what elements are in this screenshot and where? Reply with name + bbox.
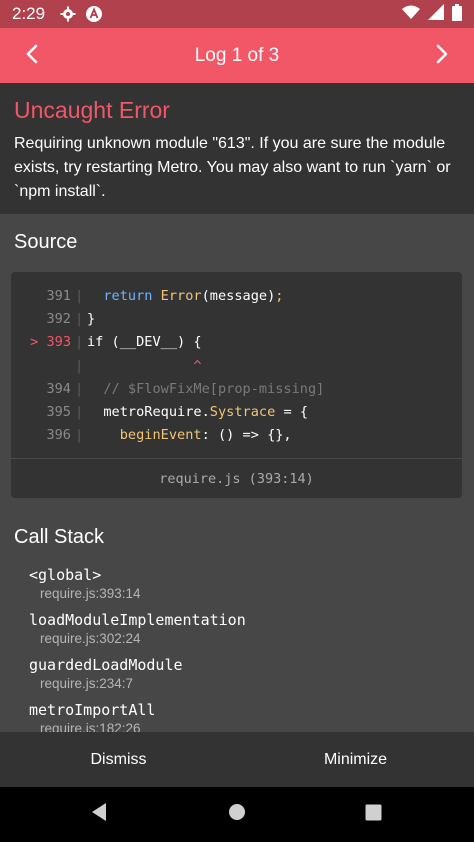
system-nav-bar bbox=[0, 787, 474, 842]
code-line: 391 | return Error(message); bbox=[11, 284, 462, 307]
code-token: metroRequire. bbox=[103, 404, 210, 421]
gear-icon bbox=[59, 5, 77, 23]
signal-icon bbox=[428, 4, 444, 24]
stack-frame[interactable]: loadModuleImplementation require.js:302:… bbox=[29, 609, 246, 646]
code-token: (message) bbox=[201, 287, 276, 304]
battery-icon bbox=[452, 3, 462, 25]
stack-frame[interactable]: guardedLoadModule require.js:234:7 bbox=[29, 654, 246, 691]
code-line-marker: | ^ bbox=[75, 357, 202, 374]
code-token: Error bbox=[160, 287, 202, 304]
chevron-left-icon bbox=[25, 44, 39, 68]
frame-location: require.js:182:26 bbox=[40, 721, 141, 732]
code-line: 392 | } bbox=[11, 307, 462, 330]
next-log-button[interactable] bbox=[414, 28, 470, 83]
code-token: Systrace bbox=[209, 404, 276, 421]
status-bar: 2:29 bbox=[0, 0, 474, 28]
log-header: Log 1 of 3 bbox=[0, 28, 474, 83]
log-counter-title: Log 1 of 3 bbox=[194, 44, 280, 66]
code-line: 396 | beginEvent: () => {}, bbox=[11, 424, 462, 447]
frame-location: require.js:234:7 bbox=[40, 676, 134, 691]
error-section: Uncaught Error Requiring unknown module … bbox=[0, 83, 474, 214]
log-body-scroll[interactable]: Source 391 | return Error(message); 392 | … bbox=[0, 214, 474, 732]
system-back-button[interactable] bbox=[84, 799, 114, 829]
stack-frame[interactable]: metroImportAll require.js:182:26 bbox=[29, 699, 246, 732]
code-frame[interactable]: 391 | return Error(message); 392 | } > 393… bbox=[11, 272, 462, 498]
frame-function-name: <global> bbox=[29, 566, 102, 584]
line-number-active: > 393 bbox=[30, 334, 71, 351]
code-line: 394 | // $FlowFixMe[prop-missing] bbox=[11, 377, 462, 400]
code-token: } bbox=[87, 310, 96, 327]
status-time: 2:29 bbox=[12, 4, 46, 23]
error-caret-marker: ^ bbox=[193, 357, 202, 374]
code-line-highlighted: > 393 | if (__DEV__) { bbox=[11, 331, 462, 354]
code-token: ; bbox=[275, 287, 284, 304]
frame-location: require.js:302:24 bbox=[40, 631, 141, 646]
recents-square-icon bbox=[365, 804, 382, 825]
error-title: Uncaught Error bbox=[14, 97, 170, 123]
line-number: 396 bbox=[46, 427, 71, 444]
line-number: 391 bbox=[46, 287, 71, 304]
dismiss-button[interactable]: Dismiss bbox=[0, 732, 237, 787]
minimize-button[interactable]: Minimize bbox=[237, 732, 474, 787]
call-stack-list: <global> require.js:393:14 loadModuleImp… bbox=[29, 564, 246, 732]
notification-a-icon bbox=[85, 5, 103, 23]
line-number: 392 bbox=[46, 310, 71, 327]
log-footer: Dismiss Minimize bbox=[0, 732, 474, 787]
line-number: 395 bbox=[46, 404, 71, 421]
code-token: if (__DEV__) { bbox=[87, 334, 202, 351]
code-comment: // $FlowFixMe[prop-missing] bbox=[103, 380, 325, 397]
home-circle-icon bbox=[228, 803, 246, 825]
frame-function-name: guardedLoadModule bbox=[29, 656, 183, 674]
source-heading: Source bbox=[14, 231, 78, 253]
code-token: = { bbox=[275, 404, 309, 421]
frame-location: require.js:393:14 bbox=[40, 586, 141, 601]
wifi-icon bbox=[402, 4, 420, 24]
error-message: Requiring unknown module "613". If you a… bbox=[14, 135, 451, 200]
system-home-button[interactable] bbox=[222, 799, 252, 829]
code-token: : () => {}, bbox=[201, 427, 292, 444]
chevron-right-icon bbox=[435, 44, 449, 68]
source-file-link[interactable]: require.js (393:14) bbox=[11, 458, 462, 498]
code-token: return bbox=[103, 287, 153, 304]
previous-log-button[interactable] bbox=[4, 28, 60, 83]
code-line: 395 | metroRequire.Systrace = { bbox=[11, 400, 462, 423]
stack-frame[interactable]: <global> require.js:393:14 bbox=[29, 564, 246, 601]
call-stack-heading: Call Stack bbox=[14, 526, 105, 548]
back-triangle-icon bbox=[90, 802, 108, 826]
frame-function-name: metroImportAll bbox=[29, 701, 156, 719]
system-recents-button[interactable] bbox=[358, 799, 388, 829]
line-number: 394 bbox=[46, 380, 71, 397]
frame-function-name: loadModuleImplementation bbox=[29, 611, 246, 629]
code-token: beginEvent bbox=[119, 427, 202, 444]
